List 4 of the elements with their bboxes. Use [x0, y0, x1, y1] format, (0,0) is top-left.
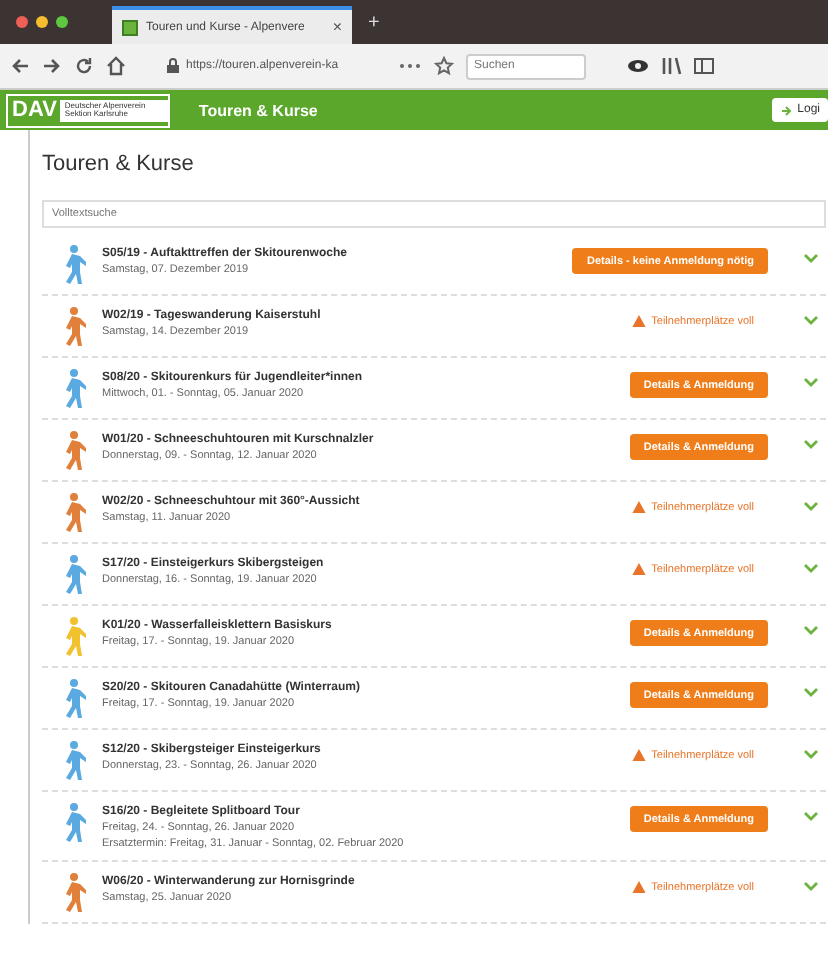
new-tab-button[interactable]: +	[368, 11, 380, 33]
site-title: Touren & Kurse	[198, 101, 320, 119]
close-tab-button[interactable]: ×	[332, 18, 342, 36]
page-heading: Touren & Kurse	[42, 150, 196, 180]
